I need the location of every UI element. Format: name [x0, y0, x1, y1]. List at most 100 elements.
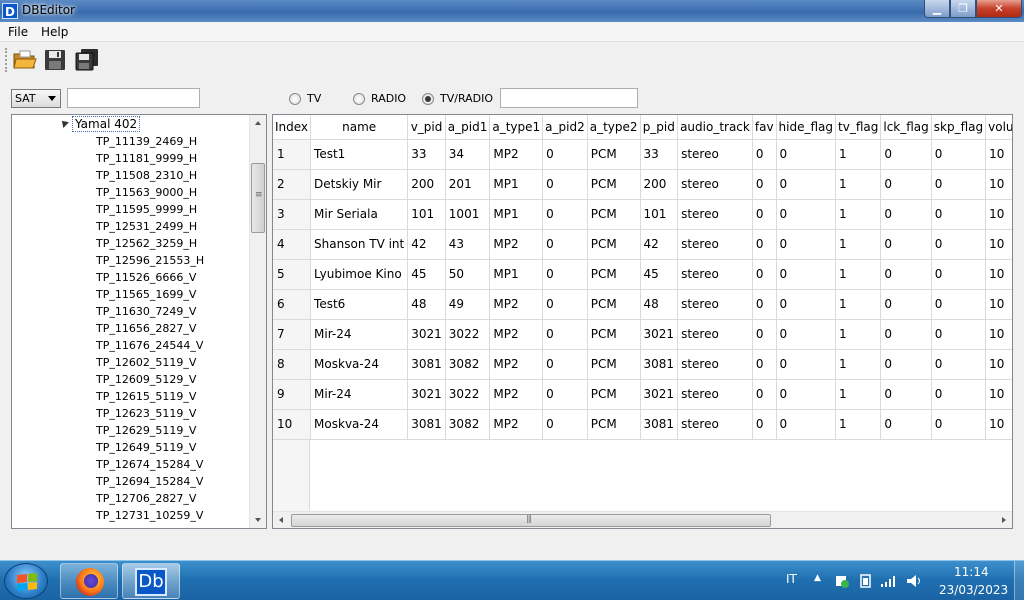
table-cell[interactable]: MP1 — [489, 259, 544, 290]
table-cell[interactable]: 10 — [985, 319, 1012, 350]
row-index-cell[interactable]: 1 — [273, 139, 312, 170]
table-cell[interactable]: MP2 — [489, 379, 544, 410]
table-cell[interactable]: 0 — [752, 379, 777, 410]
table-cell[interactable]: MP1 — [489, 169, 544, 200]
table-cell[interactable]: PCM — [587, 169, 641, 200]
row-index-cell[interactable]: 7 — [273, 319, 312, 350]
table-cell[interactable]: 0 — [880, 199, 932, 230]
table-row[interactable]: 2 Detskiy Mir 200 201 MP1 0 PCM 200 stereo 0 0 1 0 0 1… — [273, 169, 1012, 200]
start-button[interactable] — [4, 563, 48, 599]
table-cell[interactable]: 0 — [880, 169, 932, 200]
tree-item[interactable]: TP_12562_3259_H — [96, 235, 197, 252]
table-cell[interactable]: 50 — [445, 259, 491, 290]
tree-item[interactable]: TP_11595_9999_H — [96, 201, 197, 218]
table-cell[interactable]: 1 — [835, 139, 882, 170]
tree-item[interactable]: TP_11676_24544_V — [96, 337, 203, 354]
radio-tv[interactable]: TV — [289, 92, 321, 105]
table-cell[interactable]: 3081 — [640, 349, 679, 380]
table-cell[interactable]: 0 — [752, 349, 777, 380]
table-cell[interactable]: 0 — [931, 289, 987, 320]
table-cell[interactable]: 10 — [985, 259, 1012, 290]
tree-item[interactable]: TP_12731_10259_V — [96, 507, 203, 524]
table-cell[interactable]: 0 — [752, 199, 777, 230]
table-cell[interactable]: 10 — [985, 409, 1012, 440]
table-cell[interactable]: 42 — [640, 229, 679, 260]
table-cell[interactable]: 3081 — [640, 409, 679, 440]
column-header[interactable]: audio_track — [677, 115, 753, 140]
scroll-down-icon[interactable] — [250, 511, 266, 528]
tree-item[interactable]: TP_11630_7249_V — [96, 303, 196, 320]
table-cell[interactable]: stereo — [677, 259, 753, 290]
table-cell[interactable]: 0 — [542, 229, 588, 260]
table-cell[interactable]: 1 — [835, 169, 882, 200]
table-cell[interactable]: 0 — [880, 319, 932, 350]
table-cell[interactable]: 0 — [931, 319, 987, 350]
table-cell[interactable]: Shanson TV int — [310, 229, 409, 260]
table-cell[interactable]: 0 — [880, 409, 932, 440]
table-cell[interactable]: 0 — [542, 409, 588, 440]
tree-item[interactable]: TP_12706_2827_V — [96, 490, 196, 507]
table-row[interactable]: 5 Lyubimoe Kino 45 50 MP1 0 PCM 45 stereo 0 0 1 0 0 10 — [273, 259, 1012, 290]
show-hidden-icons-icon[interactable]: ▲ — [814, 573, 821, 583]
table-cell[interactable]: 0 — [542, 169, 588, 200]
tree-item[interactable]: TP_12609_5129_V — [96, 371, 196, 388]
table-cell[interactable]: 3081 — [407, 409, 446, 440]
tree-item[interactable]: TP_12615_5119_V — [96, 388, 196, 405]
table-cell[interactable]: 10 — [985, 349, 1012, 380]
table-cell[interactable]: 0 — [931, 379, 987, 410]
minimize-button[interactable]: ▁ — [924, 0, 950, 18]
table-horizontal-scrollbar[interactable] — [273, 511, 1012, 528]
table-cell[interactable]: 1 — [835, 199, 882, 230]
table-cell[interactable]: stereo — [677, 139, 753, 170]
tree-item[interactable]: TP_12596_21553_H — [96, 252, 204, 269]
table-cell[interactable]: Mir-24 — [310, 319, 409, 350]
table-cell[interactable]: 0 — [752, 289, 777, 320]
table-cell[interactable]: stereo — [677, 229, 753, 260]
scroll-up-icon[interactable] — [250, 115, 266, 132]
row-index-cell[interactable]: 8 — [273, 349, 312, 380]
table-cell[interactable]: 0 — [752, 169, 777, 200]
tree-item[interactable]: TP_11508_2310_H — [96, 167, 197, 184]
radio-radio[interactable]: RADIO — [353, 92, 406, 105]
close-button[interactable]: ✕ — [976, 0, 1022, 18]
row-index-cell[interactable]: 9 — [273, 379, 312, 410]
table-cell[interactable]: 0 — [880, 229, 932, 260]
tree-item[interactable]: TP_12649_5119_V — [96, 439, 196, 456]
table-cell[interactable]: stereo — [677, 199, 753, 230]
column-header[interactable]: volume — [985, 115, 1012, 140]
table-cell[interactable]: 0 — [931, 409, 987, 440]
table-cell[interactable]: 0 — [931, 349, 987, 380]
menu-help[interactable]: Help — [41, 25, 68, 39]
table-cell[interactable]: 1 — [835, 409, 882, 440]
column-header[interactable]: a_type1 — [489, 115, 544, 140]
table-cell[interactable]: Mir-24 — [310, 379, 409, 410]
table-cell[interactable]: 200 — [407, 169, 446, 200]
table-cell[interactable]: PCM — [587, 259, 641, 290]
tree-item[interactable]: TP_12623_5119_V — [96, 405, 196, 422]
tree-filter-input[interactable] — [67, 88, 200, 108]
taskbar-dbeditor[interactable]: Db — [122, 563, 180, 599]
table-cell[interactable]: 10 — [985, 169, 1012, 200]
table-cell[interactable]: 0 — [542, 349, 588, 380]
show-desktop-button[interactable] — [1014, 561, 1024, 600]
save-all-button[interactable] — [74, 48, 100, 72]
row-index-cell[interactable]: 2 — [273, 169, 312, 200]
table-row[interactable]: 3 Mir Seriala 101 1001 MP1 0 PCM 101 stereo 0 0 1 0 0… — [273, 199, 1012, 230]
table-cell[interactable]: 3021 — [407, 319, 446, 350]
table-cell[interactable]: MP2 — [489, 229, 544, 260]
table-cell[interactable]: 33 — [407, 139, 446, 170]
table-cell[interactable]: 48 — [407, 289, 446, 320]
table-cell[interactable]: 45 — [407, 259, 446, 290]
table-cell[interactable]: 3021 — [407, 379, 446, 410]
column-header[interactable]: lck_flag — [880, 115, 932, 140]
table-cell[interactable]: 3082 — [445, 349, 491, 380]
table-cell[interactable]: 0 — [931, 199, 987, 230]
row-index-cell[interactable]: 6 — [273, 289, 312, 320]
table-cell[interactable]: MP1 — [489, 199, 544, 230]
table-cell[interactable]: 0 — [931, 169, 987, 200]
table-cell[interactable]: 33 — [640, 139, 679, 170]
volume-icon[interactable] — [905, 572, 923, 590]
table-cell[interactable]: 0 — [752, 409, 777, 440]
tree-item[interactable]: TP_11656_2827_V — [96, 320, 196, 337]
table-cell[interactable]: 0 — [776, 169, 837, 200]
